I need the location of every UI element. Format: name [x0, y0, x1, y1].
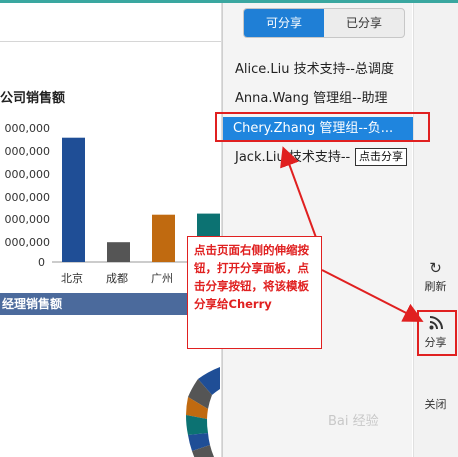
arrow-to-share	[321, 269, 424, 322]
annotation-arrows	[280, 146, 424, 322]
arrow-to-user	[280, 146, 319, 244]
instruction-callout: 点击页面右侧的伸缩按钮，打开分享面板，点击分享按钮，将该模板分享给Cherry	[187, 236, 322, 349]
screenshot-stage: 公司销售额 000,000 000,000 000,000 000,000 00…	[0, 0, 458, 457]
watermark: Bai 经验	[328, 414, 379, 429]
